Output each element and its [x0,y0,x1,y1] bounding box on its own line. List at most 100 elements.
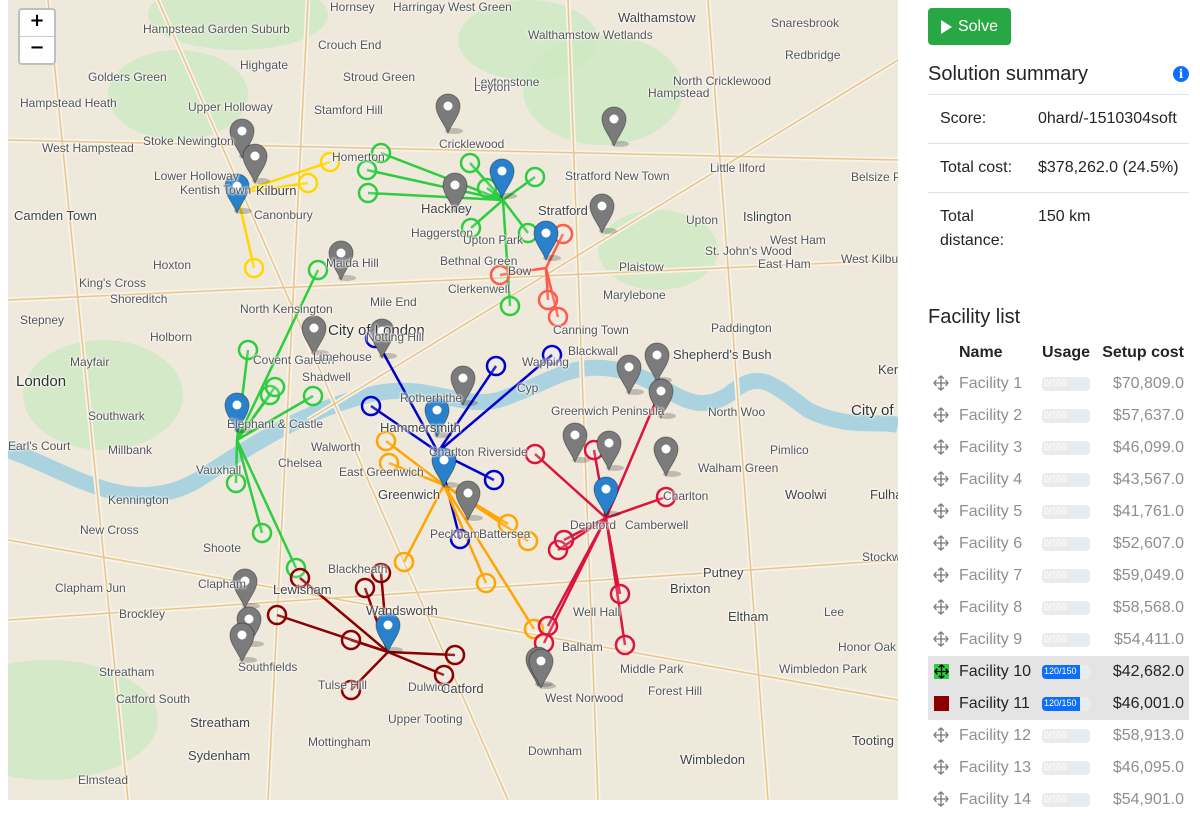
facility-row[interactable]: Facility 5 0/150 $41,761.0 [928,496,1189,528]
facility-name: Facility 9 [959,631,1023,648]
facility-marker-icon[interactable] [435,93,463,135]
facility-name: Facility 4 [959,471,1023,488]
customer-marker [497,513,519,535]
facility-marker-icon[interactable] [455,480,483,522]
setup-cost: $59,049.0 [1112,567,1184,584]
solve-button-label: Solve [957,17,999,35]
facility-row[interactable]: Facility 6 0/150 $52,607.0 [928,528,1189,560]
usage-progress-bar: 0/150 [1042,537,1090,551]
move-icon[interactable] [933,599,949,615]
zoom-in-button[interactable]: + [20,10,54,36]
move-icon[interactable] [933,439,949,455]
usage-text: 0/150 [1044,602,1067,612]
side-panel: Solve Solution summary i Score: 0hard/-1… [928,0,1190,808]
facility-marker-icon[interactable] [242,143,270,185]
move-icon[interactable] [933,567,949,583]
move-icon[interactable] [933,727,949,743]
facility-marker-icon[interactable] [369,318,397,360]
solve-button[interactable]: Solve [928,8,1011,45]
customer-marker [307,259,329,281]
facility-marker-icon[interactable] [375,612,403,654]
customer-marker [537,289,559,311]
usage-progress-bar: 0/150 [1042,569,1090,583]
usage-text: 120/150 [1044,698,1077,708]
customer-marker [354,577,376,599]
facility-row[interactable]: Facility 2 0/150 $57,637.0 [928,400,1189,432]
move-icon[interactable] [934,664,949,679]
facility-row[interactable]: Facility 8 0/150 $58,568.0 [928,592,1189,624]
connection-line [501,199,512,307]
customer-marker [360,395,382,417]
move-icon[interactable] [933,375,949,391]
setup-cost: $46,095.0 [1112,759,1184,776]
usage-text: 0/150 [1044,794,1067,804]
facility-row[interactable]: Facility 13 0/150 $46,095.0 [928,752,1189,784]
facility-row[interactable]: Facility 9 0/150 $54,411.0 [928,624,1189,656]
summary-key: Score: [928,94,1026,144]
setup-cost: $58,568.0 [1112,599,1184,616]
setup-cost: $41,761.0 [1112,503,1184,520]
customer-marker [524,166,546,188]
usage-progress-bar: 0/150 [1042,473,1090,487]
usage-progress-bar: 0/150 [1042,409,1090,423]
move-icon[interactable] [933,535,949,551]
move-icon[interactable] [933,791,949,807]
setup-cost: $46,099.0 [1112,439,1184,456]
zoom-out-button[interactable]: − [20,36,54,63]
customer-marker [370,142,392,164]
park-area [108,50,248,140]
move-icon[interactable] [933,759,949,775]
setup-cost: $52,607.0 [1112,535,1184,552]
column-usage-header: Usage [1042,344,1091,361]
usage-progress-bar: 120/150 [1042,665,1090,679]
map[interactable]: Hornsey Harringay West Green Walthamstow Sna… [8,0,898,800]
column-name-header: Name [959,344,1003,361]
facility-row[interactable]: Facility 4 0/150 $43,567.0 [928,464,1189,496]
facility-row[interactable]: Facility 12 0/150 $58,913.0 [928,720,1189,752]
move-icon[interactable] [933,407,949,423]
facility-list-title: Facility list [928,306,1021,328]
customer-marker [375,430,397,452]
customer-marker [655,486,677,508]
customer-marker [264,376,286,398]
summary-table: Score: 0hard/-1510304soft Total cost: $3… [928,94,1189,265]
customer-marker [449,528,471,550]
facility-marker-icon[interactable] [301,315,329,357]
facility-row[interactable]: Facility 1 0/150 $70,809.0 [928,368,1189,400]
usage-progress-bar: 0/150 [1042,761,1090,775]
facility-name: Facility 7 [959,567,1023,584]
column-cost-header: Setup cost [1102,344,1184,361]
facility-row[interactable]: Facility 14 0/150 $54,901.0 [928,784,1189,816]
facility-row[interactable]: Facility 11 120/150 $46,001.0 [928,688,1189,720]
move-icon[interactable] [933,631,949,647]
facility-marker-icon[interactable] [653,436,681,478]
info-icon[interactable]: i [1173,66,1189,82]
move-icon[interactable] [933,471,949,487]
facility-marker-icon[interactable] [596,430,624,472]
facility-row[interactable]: Facility 3 0/150 $46,099.0 [928,432,1189,464]
connection-line [402,484,446,563]
facility-marker-icon[interactable] [424,397,452,439]
customer-marker [541,344,563,366]
usage-progress-bar: 0/150 [1042,729,1090,743]
setup-cost: $70,809.0 [1112,375,1184,392]
usage-text: 0/150 [1044,442,1067,452]
facility-row[interactable]: Facility 7 0/150 $59,049.0 [928,560,1189,592]
customer-marker [237,339,259,361]
summary-key: Total distance: [928,192,1026,265]
facility-marker-icon[interactable] [328,240,356,282]
map-canvas[interactable] [8,0,898,800]
facility-row[interactable]: Facility 10 120/150 $42,682.0 [928,656,1189,688]
usage-text: 0/150 [1044,410,1067,420]
solution-summary-title: Solution summary [928,63,1089,85]
customer-marker [393,551,415,573]
facility-name: Facility 1 [959,375,1023,392]
color-swatch-icon[interactable] [934,696,949,711]
connection-line [442,484,536,630]
road [8,259,898,301]
customer-marker [547,306,569,328]
customer-marker [225,472,247,494]
customer-marker [489,264,511,286]
park-area [598,210,718,290]
move-icon[interactable] [933,503,949,519]
